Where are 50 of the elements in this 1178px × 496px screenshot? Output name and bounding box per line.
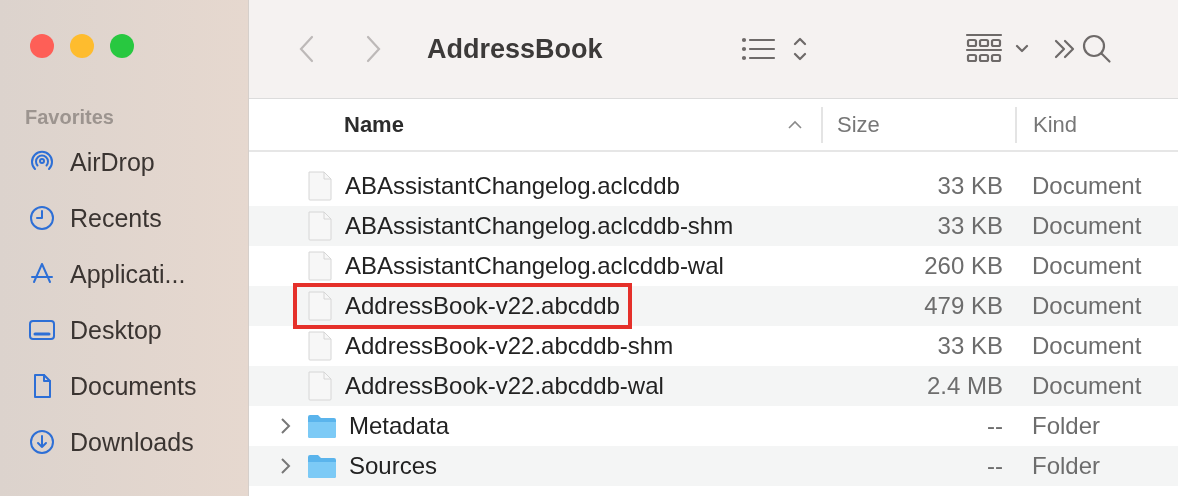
- document-icon: [307, 171, 333, 201]
- size-cell-text: 2.4 MB: [925, 372, 1003, 400]
- download-icon: [28, 428, 56, 456]
- size-cell-text: 260 KB: [923, 252, 1003, 280]
- kind-cell: Folder: [1032, 412, 1101, 440]
- document-icon: [307, 251, 333, 281]
- file-name[interactable]: ABAssistantChangelog.aclcddb-wal: [345, 252, 724, 280]
- file-name[interactable]: Metadata: [349, 412, 450, 440]
- file-name[interactable]: AddressBook-v22.abcddb-wal: [345, 372, 664, 400]
- size-cell-text: 33 KB: [936, 212, 1003, 240]
- folder-icon: [307, 453, 337, 479]
- column-header[interactable]: Kind: [1017, 106, 1078, 143]
- sidebar-item[interactable]: AirDrop: [70, 147, 155, 177]
- group-view-button[interactable]: [964, 33, 1031, 65]
- sidebar-item[interactable]: Desktop: [70, 315, 162, 345]
- size-cell-text: 33 KB: [936, 332, 1003, 360]
- kind-cell: Document: [1032, 292, 1142, 320]
- file-name[interactable]: Sources: [349, 452, 438, 480]
- size-cell-text: 479 KB: [923, 292, 1003, 320]
- disclosure-chevron-icon[interactable]: [279, 457, 291, 475]
- kind-cell: Document: [1032, 372, 1142, 400]
- kind-cell: Document: [1032, 172, 1142, 200]
- file-name[interactable]: AddressBook-v22.abcddb-shm: [345, 332, 674, 360]
- section-heading: Favorites: [25, 106, 115, 130]
- document-icon: [307, 211, 333, 241]
- kind-cell: Document: [1032, 332, 1142, 360]
- document-icon: [307, 331, 333, 361]
- file-name[interactable]: ABAssistantChangelog.aclcddb: [345, 172, 680, 200]
- sidebar-item[interactable]: Recents: [70, 203, 162, 233]
- clock-icon: [28, 204, 56, 232]
- size-cell-text: --: [986, 452, 1003, 480]
- kind-cell: Document: [1032, 252, 1142, 280]
- file-name[interactable]: AddressBook-v22.abcddb: [345, 292, 620, 320]
- column-header[interactable]: Name: [249, 106, 823, 143]
- size-cell-text: 33 KB: [936, 172, 1003, 200]
- search-button[interactable]: [1080, 33, 1113, 65]
- kind-cell: Folder: [1032, 452, 1101, 480]
- document-icon: [307, 291, 333, 321]
- column-header[interactable]: Size: [823, 106, 1017, 143]
- document-icon: [307, 371, 333, 401]
- kind-cell: Document: [1032, 212, 1142, 240]
- window-title: AddressBook: [427, 33, 603, 65]
- sidebar-item[interactable]: Documents: [70, 371, 197, 401]
- close-button[interactable]: [30, 34, 54, 58]
- sidebar-item[interactable]: Downloads: [70, 427, 194, 457]
- size-cell-text: --: [986, 412, 1003, 440]
- file-name[interactable]: ABAssistantChangelog.aclcddb-shm: [345, 212, 734, 240]
- sidebar-item[interactable]: Applicati...: [70, 259, 186, 289]
- disclosure-chevron-icon[interactable]: [279, 417, 291, 435]
- folder-icon: [307, 413, 337, 439]
